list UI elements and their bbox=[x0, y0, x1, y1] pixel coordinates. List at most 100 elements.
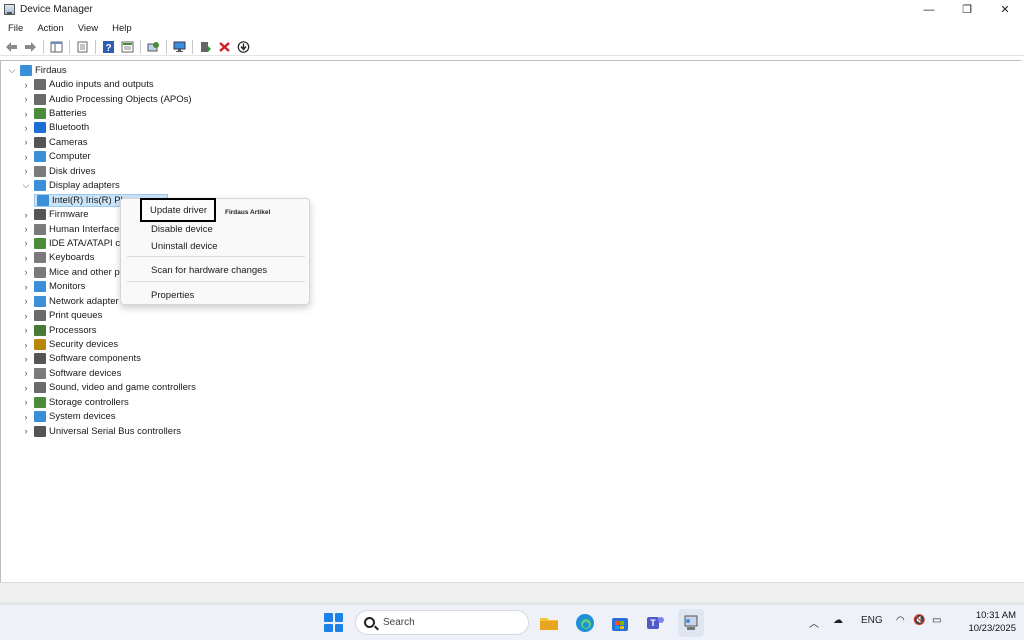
chevron-right-icon[interactable]: › bbox=[20, 238, 32, 248]
cloud-icon[interactable]: ☁ bbox=[833, 615, 843, 626]
show-hide-console-tree-icon[interactable] bbox=[48, 39, 64, 55]
speaker-icon bbox=[34, 79, 46, 91]
firmware-icon bbox=[34, 209, 46, 221]
toolbar-separator bbox=[69, 39, 70, 54]
chevron-right-icon[interactable]: › bbox=[20, 210, 32, 220]
toolbar-separator bbox=[43, 39, 44, 54]
menu-item-disable-device[interactable]: Disable device bbox=[151, 224, 213, 235]
edge-browser-icon[interactable] bbox=[574, 612, 596, 634]
menu-action[interactable]: Action bbox=[29, 23, 69, 34]
forward-arrow-icon[interactable] bbox=[22, 39, 38, 55]
taskbar-search[interactable]: Search bbox=[355, 610, 529, 635]
chevron-right-icon[interactable]: › bbox=[20, 282, 32, 292]
menu-separator bbox=[127, 256, 305, 257]
camera-icon bbox=[34, 136, 46, 148]
monitor-icon[interactable] bbox=[171, 39, 187, 55]
menu-file[interactable]: File bbox=[0, 23, 29, 34]
monitor-icon bbox=[34, 281, 46, 293]
menu-help[interactable]: Help bbox=[104, 23, 138, 34]
tree-item-cameras[interactable]: › Cameras bbox=[6, 135, 196, 149]
processor-icon bbox=[34, 324, 46, 336]
microsoft-store-icon[interactable] bbox=[609, 612, 631, 634]
scan-hardware-icon[interactable] bbox=[145, 39, 161, 55]
toolbar-separator bbox=[140, 39, 141, 54]
display-adapter-icon bbox=[37, 194, 49, 206]
chevron-right-icon[interactable]: › bbox=[20, 109, 32, 119]
chevron-right-icon[interactable]: › bbox=[20, 152, 32, 162]
tree-item-system-devices[interactable]: › System devices bbox=[6, 410, 196, 424]
battery-charging-icon[interactable]: ▭ bbox=[932, 615, 941, 626]
clock-time: 10:31 AM bbox=[975, 610, 1016, 621]
back-arrow-icon[interactable] bbox=[3, 39, 19, 55]
device-tree-pane: ⌵ Firdaus › Audio inputs and outputs › Audi… bbox=[0, 60, 1021, 582]
chevron-right-icon[interactable]: › bbox=[20, 354, 32, 364]
tree-item-universal-serial-bus-controllers[interactable]: › Universal Serial Bus controllers bbox=[6, 424, 196, 438]
menu-item-uninstall-device[interactable]: Uninstall device bbox=[151, 241, 218, 252]
chevron-right-icon[interactable]: › bbox=[20, 340, 32, 350]
chevron-right-icon[interactable]: › bbox=[20, 412, 32, 422]
tree-item-batteries[interactable]: › Batteries bbox=[6, 106, 196, 120]
menu-view[interactable]: View bbox=[70, 23, 104, 34]
tree-item-processors[interactable]: › Processors bbox=[6, 323, 196, 337]
tree-item-disk-drives[interactable]: › Disk drives bbox=[6, 164, 196, 178]
chevron-right-icon[interactable]: › bbox=[20, 137, 32, 147]
restore-button[interactable]: ❐ bbox=[948, 0, 986, 19]
chevron-right-icon[interactable]: › bbox=[20, 166, 32, 176]
clock-date: 10/23/2025 bbox=[968, 623, 1016, 634]
chevron-right-icon[interactable]: › bbox=[20, 123, 32, 133]
device-manager-taskbar-icon[interactable] bbox=[678, 609, 704, 637]
volume-muted-icon[interactable]: 🔇 bbox=[913, 615, 925, 626]
menu-item-scan-hardware[interactable]: Scan for hardware changes bbox=[151, 265, 267, 276]
computer-icon bbox=[20, 64, 32, 76]
chevron-down-icon[interactable]: ⌵ bbox=[20, 180, 32, 191]
tree-root[interactable]: ⌵ Firdaus bbox=[6, 63, 196, 77]
uninstall-icon[interactable] bbox=[216, 39, 232, 55]
svg-text:?: ? bbox=[105, 43, 111, 53]
chevron-down-icon[interactable]: ⌵ bbox=[6, 65, 18, 76]
tree-item-print-queues[interactable]: › Print queues bbox=[6, 308, 196, 322]
chevron-right-icon[interactable]: › bbox=[20, 426, 32, 436]
chevron-right-icon[interactable]: › bbox=[20, 368, 32, 378]
wifi-icon[interactable]: ◠ bbox=[896, 615, 905, 626]
clock[interactable]: 10:31 AM 10/23/2025 bbox=[968, 609, 1016, 635]
menu-item-update-driver[interactable]: Update driver bbox=[140, 198, 216, 222]
update-driver-icon[interactable] bbox=[197, 39, 213, 55]
tree-item-computer[interactable]: › Computer bbox=[6, 150, 196, 164]
minimize-button[interactable]: — bbox=[910, 0, 948, 19]
close-button[interactable]: ✕ bbox=[986, 0, 1024, 19]
tree-item-software-components[interactable]: › Software components bbox=[6, 352, 196, 366]
chevron-right-icon[interactable]: › bbox=[20, 224, 32, 234]
toolbar-separator bbox=[192, 39, 193, 54]
menu-bar: File Action View Help bbox=[0, 20, 138, 36]
start-button[interactable] bbox=[324, 613, 343, 632]
chevron-right-icon[interactable]: › bbox=[20, 383, 32, 393]
tree-item-bluetooth[interactable]: › Bluetooth bbox=[6, 121, 196, 135]
chevron-right-icon[interactable]: › bbox=[20, 253, 32, 263]
tree-item-audio-inputs-and-outputs[interactable]: › Audio inputs and outputs bbox=[6, 77, 196, 91]
chevron-right-icon[interactable]: › bbox=[20, 296, 32, 306]
show-hidden-icons-chevron-icon[interactable]: ︿ bbox=[809, 615, 819, 630]
teams-icon[interactable]: T bbox=[644, 612, 666, 634]
chevron-right-icon[interactable]: › bbox=[20, 267, 32, 277]
download-icon[interactable] bbox=[235, 39, 251, 55]
properties-icon[interactable] bbox=[74, 39, 90, 55]
menu-item-properties[interactable]: Properties bbox=[151, 290, 194, 301]
language-indicator[interactable]: ENG bbox=[861, 615, 883, 626]
chevron-right-icon[interactable]: › bbox=[20, 80, 32, 90]
chevron-right-icon[interactable]: › bbox=[20, 94, 32, 104]
system-device-icon bbox=[34, 411, 46, 423]
tree-item-audio-processing-objects-apos[interactable]: › Audio Processing Objects (APOs) bbox=[6, 92, 196, 106]
file-explorer-icon[interactable] bbox=[538, 612, 560, 634]
view-icon[interactable] bbox=[119, 39, 135, 55]
tree-item-security-devices[interactable]: › Security devices bbox=[6, 337, 196, 351]
tree-item-software-devices[interactable]: › Software devices bbox=[6, 366, 196, 380]
mouse-icon bbox=[34, 266, 46, 278]
chevron-right-icon[interactable]: › bbox=[20, 311, 32, 321]
chevron-right-icon[interactable]: › bbox=[20, 325, 32, 335]
help-icon[interactable]: ? bbox=[100, 39, 116, 55]
usb-icon bbox=[34, 425, 46, 437]
chevron-right-icon[interactable]: › bbox=[20, 397, 32, 407]
tree-item-sound-video-and-game-controllers[interactable]: › Sound, video and game controllers bbox=[6, 381, 196, 395]
tree-item-display-adapters[interactable]: ⌵ Display adapters bbox=[6, 179, 196, 193]
tree-item-storage-controllers[interactable]: › Storage controllers bbox=[6, 395, 196, 409]
